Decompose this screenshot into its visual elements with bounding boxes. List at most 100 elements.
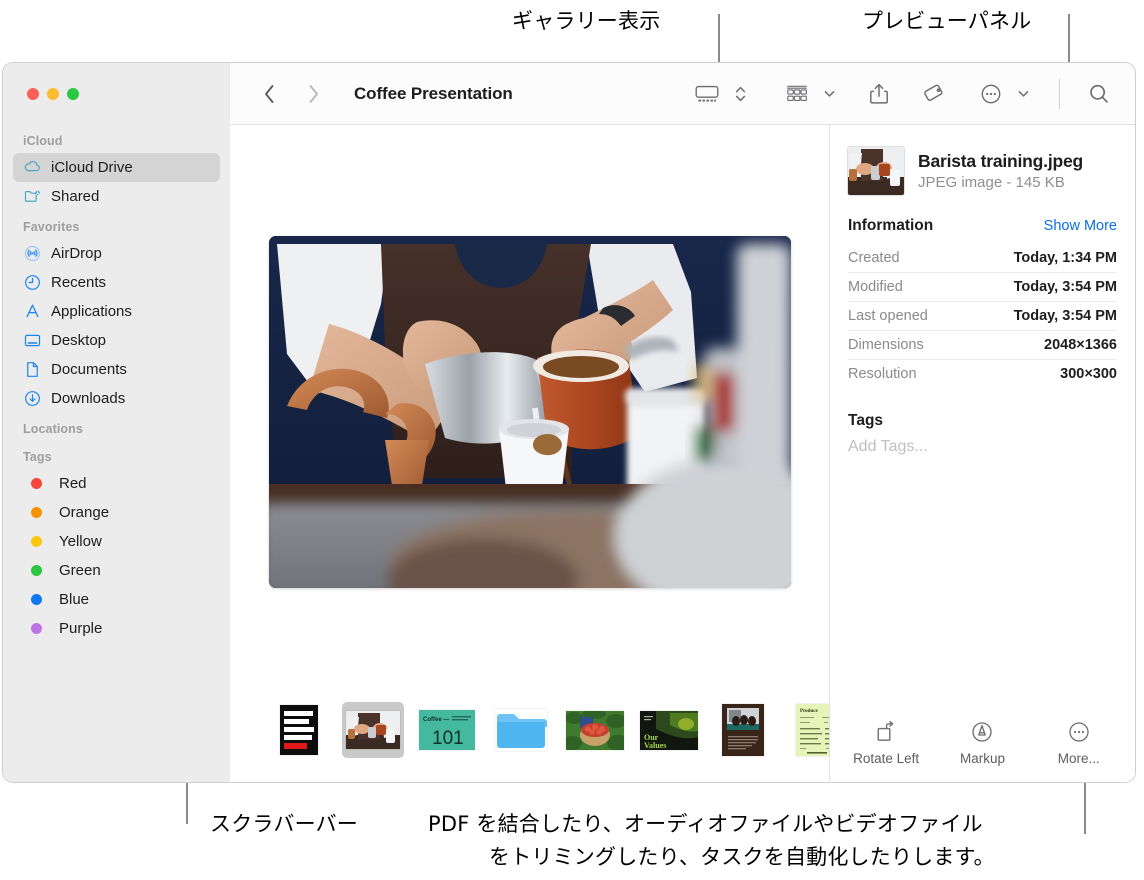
- airdrop-icon: [23, 244, 42, 263]
- file-kind: JPEG image - 145 KB: [918, 174, 1065, 192]
- info-value: Today, 3:54 PM: [1013, 308, 1117, 324]
- scrubber-item-coffee-101[interactable]: Coffee — 101: [416, 702, 478, 758]
- quick-actions: Rotate Left Markup More...: [830, 720, 1135, 782]
- quick-action-label: Markup: [959, 751, 1005, 766]
- tags-title: Tags: [848, 412, 884, 429]
- sidebar-item-label: Red: [59, 475, 87, 492]
- hero-preview-image[interactable]: [268, 235, 791, 588]
- sidebar-item-tag-red[interactable]: Red: [13, 469, 220, 498]
- view-mode-stepper[interactable]: [729, 78, 752, 110]
- markup-button[interactable]: Markup: [934, 720, 1030, 766]
- thumbnail-folder-icon: [495, 709, 547, 751]
- information-title: Information: [848, 217, 934, 234]
- show-more-link[interactable]: Show More: [1044, 218, 1117, 234]
- cloud-icon: [23, 158, 42, 177]
- rotate-left-button[interactable]: Rotate Left: [838, 720, 934, 766]
- document-icon: [23, 360, 42, 379]
- thumbnail-our-values-slide: Our Values: [640, 710, 698, 750]
- view-mode-group: [689, 78, 752, 110]
- sidebar-item-downloads[interactable]: Downloads: [13, 384, 220, 413]
- tag-dot-icon: [27, 474, 46, 493]
- sidebar-item-airdrop[interactable]: AirDrop: [13, 239, 220, 268]
- sidebar-item-tag-blue[interactable]: Blue: [13, 585, 220, 614]
- thumbnail-coffee-101-slide: Coffee — 101: [419, 710, 475, 750]
- sidebar-item-shared[interactable]: Shared: [13, 182, 220, 211]
- desktop-icon: [23, 331, 42, 350]
- info-value: 2048×1366: [1044, 337, 1117, 353]
- info-row-created: Created Today, 1:34 PM: [848, 243, 1117, 272]
- forward-button[interactable]: [298, 79, 328, 109]
- gallery-view: Coffee — 101 Our Values Produce: [230, 125, 838, 782]
- callout-line-gallery-view: [718, 14, 720, 63]
- thumbnail-growing-picking-roasting: [280, 705, 318, 755]
- scrubber-item-team-document[interactable]: [712, 702, 774, 758]
- main-column: Coffee Presentation Coffee — 101 Our Val…: [230, 63, 1135, 782]
- scrubber-item-barista-training[interactable]: [342, 702, 404, 758]
- scrubber-item-coffee-cherries[interactable]: [564, 702, 626, 758]
- quick-action-label: More...: [1057, 751, 1100, 766]
- toolbar-divider: [1059, 78, 1060, 109]
- group-by-chevron-down-icon[interactable]: [818, 78, 841, 110]
- gallery-view-icon[interactable]: [689, 78, 725, 110]
- info-value: 300×300: [1060, 366, 1117, 382]
- applications-icon: [23, 302, 42, 321]
- sidebar-item-label: Desktop: [51, 332, 107, 349]
- sidebar-item-label: AirDrop: [51, 245, 102, 262]
- close-button[interactable]: [27, 88, 39, 100]
- file-meta: Barista training.jpeg JPEG image - 145 K…: [918, 151, 1083, 192]
- info-value: Today, 1:34 PM: [1013, 249, 1117, 266]
- information-section-header: Information Show More: [830, 195, 1135, 243]
- sidebar-item-icloud-drive[interactable]: iCloud Drive: [13, 153, 220, 182]
- screenshot-root: ギャラリー表示 プレビューパネル スクラバーバー PDF を結合したり、オーディ…: [0, 0, 1144, 880]
- tag-dot-icon: [27, 619, 46, 638]
- thumbnail-coffee-cherries-photo: [566, 710, 624, 750]
- sidebar-item-label: Orange: [59, 504, 110, 521]
- scrubber-item-poster[interactable]: [268, 702, 330, 758]
- callout-label-quick-actions-line2: をトリミングしたり、タスクを自動化したりします。: [489, 845, 995, 869]
- group-by-icon[interactable]: [780, 78, 814, 110]
- sidebar-item-applications[interactable]: Applications: [13, 297, 220, 326]
- more-circle-icon: [1067, 720, 1091, 744]
- tag-icon[interactable]: [917, 78, 952, 110]
- callout-label-scrubber-bar: スクラバーバー: [210, 812, 358, 836]
- sidebar-item-desktop[interactable]: Desktop: [13, 326, 220, 355]
- info-key: Last opened: [848, 308, 928, 324]
- sidebar-header-tags: Tags: [23, 450, 52, 464]
- minimize-button[interactable]: [47, 88, 59, 100]
- sidebar-item-label: Green: [59, 562, 101, 579]
- search-icon[interactable]: [1082, 78, 1135, 110]
- shared-folder-icon: [23, 187, 42, 206]
- scrubber-bar[interactable]: Coffee — 101 Our Values Produce: [230, 686, 838, 782]
- zoom-button[interactable]: [67, 88, 79, 100]
- sidebar-item-label: Purple: [59, 620, 103, 637]
- callout-label-gallery-view: ギャラリー表示: [512, 9, 661, 33]
- info-row-modified: Modified Today, 3:54 PM: [848, 272, 1117, 301]
- thumbnail-barista-training: [346, 711, 400, 749]
- scrubber-item-our-values[interactable]: Our Values: [638, 702, 700, 758]
- share-icon[interactable]: [863, 78, 895, 110]
- content-split: Coffee — 101 Our Values Produce Barista …: [230, 125, 1135, 782]
- info-row-last-opened: Last opened Today, 3:54 PM: [848, 301, 1117, 330]
- more-actions-button[interactable]: More...: [1031, 720, 1127, 766]
- more-chevron-down-icon[interactable]: [1012, 78, 1035, 110]
- more-circle-icon[interactable]: [974, 78, 1008, 110]
- sidebar-item-documents[interactable]: Documents: [13, 355, 220, 384]
- tag-dot-icon: [27, 503, 46, 522]
- sidebar-item-tag-orange[interactable]: Orange: [13, 498, 220, 527]
- tag-dot-icon: [27, 532, 46, 551]
- sidebar-item-tag-green[interactable]: Green: [13, 556, 220, 585]
- thumbnail-team-meeting-document: [722, 704, 764, 756]
- callout-label-quick-actions-line1: PDF を結合したり、オーディオファイルやビデオファイル: [428, 812, 983, 836]
- sidebar-item-recents[interactable]: Recents: [13, 268, 220, 297]
- info-value: Today, 3:54 PM: [1013, 279, 1117, 295]
- scrubber-item-folder[interactable]: [490, 702, 552, 758]
- info-key: Modified: [848, 279, 903, 295]
- preview-stage: [230, 125, 829, 686]
- quick-action-label: Rotate Left: [853, 751, 920, 766]
- add-tags-input[interactable]: Add Tags...: [848, 438, 1117, 456]
- sidebar-item-label: iCloud Drive: [51, 159, 133, 176]
- tags-section: Tags Add Tags...: [830, 388, 1135, 456]
- sidebar-item-tag-purple[interactable]: Purple: [13, 614, 220, 643]
- sidebar-item-tag-yellow[interactable]: Yellow: [13, 527, 220, 556]
- back-button[interactable]: [254, 79, 284, 109]
